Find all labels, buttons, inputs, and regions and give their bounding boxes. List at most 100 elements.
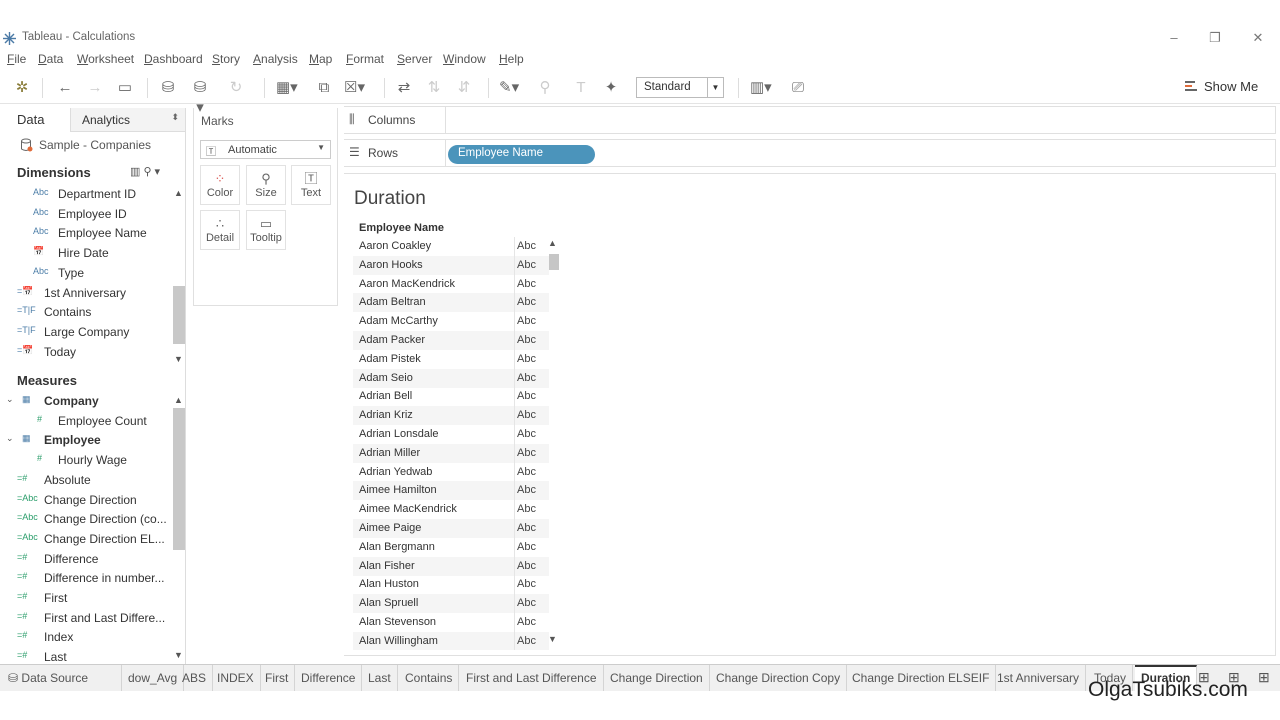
fit-select[interactable]: Standard ▼ (636, 77, 724, 98)
sheet-tab[interactable]: Last (362, 665, 398, 691)
presentation-mode-icon[interactable]: ⎚ (788, 78, 808, 98)
measure-field[interactable]: =# Difference (0, 550, 172, 570)
table-row[interactable]: Alan Spruell Abc (353, 594, 549, 614)
table-row[interactable]: Adrian Miller Abc (353, 443, 549, 463)
employee-name-pill[interactable]: Employee Name (448, 145, 595, 164)
dimension-field[interactable]: =T|F Large Company (0, 323, 172, 343)
present-cards-icon[interactable]: ▥▾ (750, 78, 772, 98)
table-row[interactable]: Aaron Hooks Abc (353, 255, 549, 275)
highlight-icon[interactable]: ✎▾ (499, 78, 519, 98)
table-row[interactable]: Alan Bergmann Abc (353, 538, 549, 557)
dimension-field[interactable]: Abc Employee Name (0, 224, 172, 244)
dimension-field[interactable]: 📅 Hire Date (0, 244, 172, 264)
columns-shelf[interactable]: ⫼ Columns (344, 106, 1276, 134)
sheet-tab[interactable]: Difference (295, 665, 363, 691)
measure-field[interactable]: =# Absolute (0, 471, 172, 491)
save-icon[interactable]: ▭ (115, 78, 135, 98)
tab-data[interactable]: Data (0, 108, 70, 132)
table-row[interactable]: Alan Stevenson Abc (353, 613, 549, 632)
dimension-field[interactable]: =📅 Today (0, 343, 172, 363)
sheet-tab[interactable]: dow_Avg (122, 665, 185, 691)
sheet-tab[interactable]: Change Direction (604, 665, 710, 691)
table-row[interactable]: Adam Beltran Abc (353, 293, 549, 313)
labels-icon[interactable]: T (571, 78, 591, 98)
measure-field[interactable]: =Abc Change Direction (co... (0, 510, 172, 530)
measure-field[interactable]: =Abc Change Direction EL... (0, 530, 172, 550)
sheet-tab[interactable]: Change Direction ELSEIF (846, 665, 997, 691)
table-row[interactable]: Aaron MacKendrick Abc (353, 275, 549, 294)
sheet-tab[interactable]: 1st Anniversary (991, 665, 1087, 691)
menu-help[interactable]: Help (499, 52, 524, 66)
measure-field[interactable]: # Hourly Wage (0, 451, 172, 471)
scroll-up-icon[interactable]: ▲ (174, 395, 183, 405)
new-worksheet-icon[interactable]: ▦▾ (276, 78, 298, 98)
table-row[interactable]: Adrian Bell Abc (353, 387, 549, 406)
scroll-down-icon[interactable]: ▼ (174, 650, 183, 660)
color-button[interactable]: ⁘ Color (200, 165, 240, 205)
pin-icon[interactable]: ✦ (601, 78, 621, 98)
sheet-tab[interactable]: First (259, 665, 296, 691)
measures-scrollbar-thumb[interactable] (173, 408, 185, 550)
datasource-name[interactable]: Sample - Companies (0, 136, 185, 156)
refresh-icon[interactable]: ↻ (226, 78, 246, 98)
sheet-tab[interactable]: ABS (176, 665, 214, 691)
table-row[interactable]: Alan Willingham Abc (353, 631, 549, 650)
chevron-down-icon[interactable]: ⌄ (6, 394, 14, 405)
mark-type-select[interactable]: Automatic ▼ (200, 140, 331, 159)
tab-data-source[interactable]: ⛁ Data Source (0, 665, 122, 691)
clear-sheet-icon[interactable]: ☒▾ (344, 78, 365, 98)
new-datasource-icon[interactable]: ⛁ (158, 78, 178, 98)
restore-button[interactable]: ❐ (1201, 28, 1229, 48)
chevron-down-icon[interactable]: ⌄ (6, 433, 14, 444)
close-button[interactable]: ✕ (1244, 28, 1272, 48)
sort-ascending-icon[interactable]: ⇅ (424, 78, 444, 98)
table-row[interactable]: Adam Pistek Abc (353, 350, 549, 369)
undo-icon[interactable]: ← (55, 78, 75, 98)
swap-icon[interactable]: ⇄ (394, 78, 414, 98)
column-header[interactable]: Employee Name (359, 222, 444, 234)
rows-shelf[interactable]: ☰ Rows Employee Name (344, 139, 1276, 167)
view-options-icon[interactable]: ▥ ⚲ ▾ (130, 165, 160, 178)
dimension-field[interactable]: Abc Type (0, 264, 172, 284)
measure-field[interactable]: =# Index (0, 628, 172, 648)
sheet-tab[interactable]: INDEX (211, 665, 261, 691)
size-button[interactable]: ⚲ Size (246, 165, 286, 205)
menu-analysis[interactable]: Analysis (253, 52, 298, 66)
show-me-button[interactable]: Show Me (1204, 79, 1258, 94)
redo-icon[interactable]: → (85, 78, 105, 98)
table-row[interactable]: Adrian Lonsdale Abc (353, 425, 549, 444)
menu-format[interactable]: Format (346, 52, 384, 66)
measure-field[interactable]: =# Difference in number... (0, 569, 172, 589)
table-row[interactable]: Adam Seio Abc (353, 368, 549, 388)
measure-field[interactable]: =# First (0, 589, 172, 609)
table-row[interactable]: Adam Packer Abc (353, 331, 549, 350)
minimize-button[interactable]: – (1160, 28, 1188, 48)
scroll-up-icon[interactable]: ▲ (548, 238, 557, 248)
menu-worksheet[interactable]: Worksheet (77, 52, 134, 66)
scroll-down-icon[interactable]: ▼ (174, 354, 183, 364)
menu-server[interactable]: Server (397, 52, 432, 66)
menu-dashboard[interactable]: Dashboard (144, 52, 203, 66)
table-row[interactable]: Alan Fisher Abc (353, 556, 549, 576)
text-button[interactable]: 🅃 Text (291, 165, 331, 205)
measure-group[interactable]: ⌄ ▦ Company (0, 392, 172, 412)
detail-button[interactable]: ∴ Detail (200, 210, 240, 250)
menu-data[interactable]: Data (38, 52, 63, 66)
dimension-field[interactable]: =📅 1st Anniversary (0, 284, 172, 304)
measure-field[interactable]: =# Last (0, 648, 172, 664)
table-row[interactable]: Adrian Yedwab Abc (353, 463, 549, 482)
dimension-field[interactable]: Abc Department ID (0, 185, 172, 205)
duplicate-sheet-icon[interactable]: ⧉ (314, 78, 334, 98)
new-story-icon[interactable]: ⊞ (1258, 669, 1270, 686)
menu-map[interactable]: Map (309, 52, 332, 66)
table-scrollbar-thumb[interactable] (549, 254, 559, 270)
table-row[interactable]: Adrian Kriz Abc (353, 406, 549, 426)
sort-descending-icon[interactable]: ⇵ (454, 78, 474, 98)
table-row[interactable]: Aimee Hamilton Abc (353, 481, 549, 501)
tooltip-button[interactable]: ▭ Tooltip (246, 210, 286, 250)
sheet-tab[interactable]: Change Direction Copy (710, 665, 848, 691)
measure-field[interactable]: # Employee Count (0, 412, 172, 432)
measure-group[interactable]: ⌄ ▦ Employee (0, 431, 172, 451)
sheet-tab[interactable]: First and Last Difference (460, 665, 604, 691)
dimensions-scrollbar-thumb[interactable] (173, 286, 185, 344)
